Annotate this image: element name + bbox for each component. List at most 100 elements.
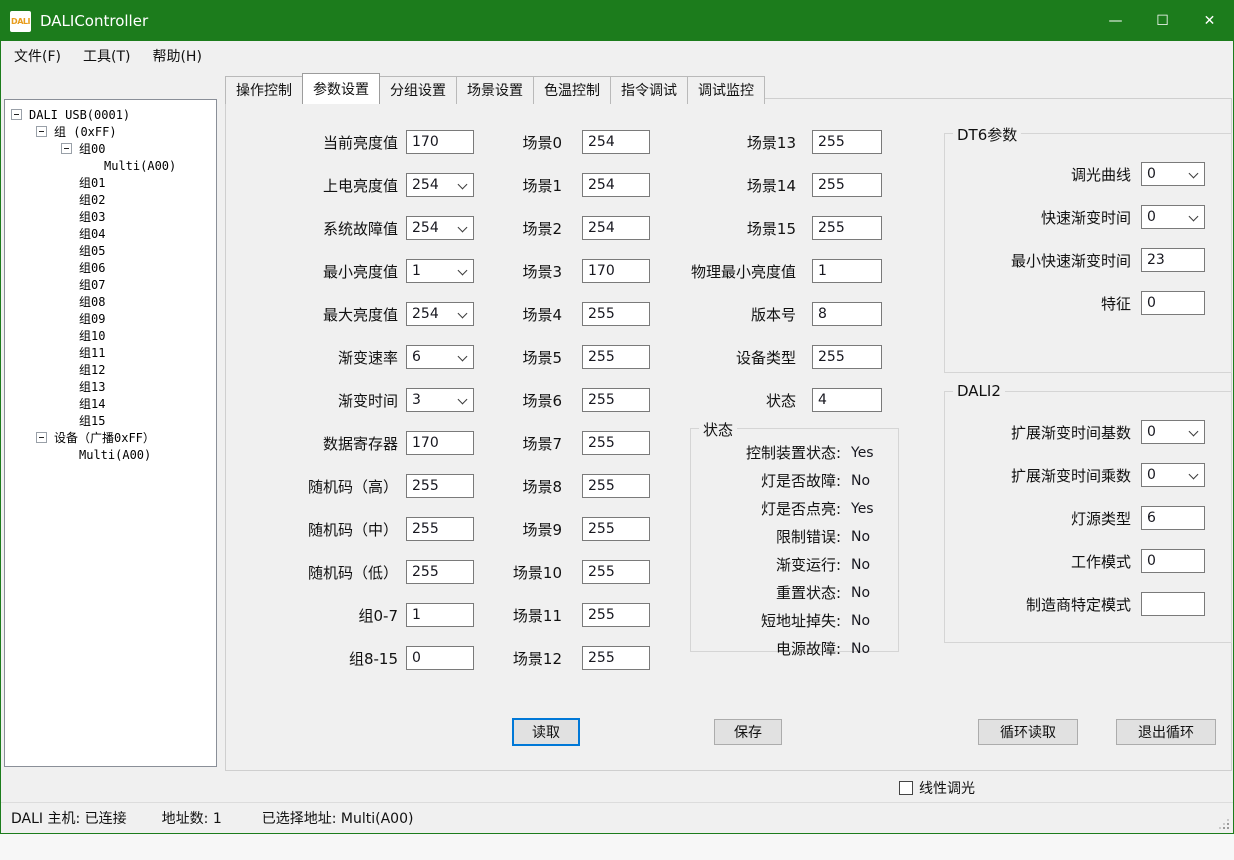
dali2-groupbox: DALI2 扩展渐变时间基数 0 扩展渐变时间乘数 0 灯源类型 xyxy=(944,391,1232,643)
tree-item[interactable]: 组12 xyxy=(5,361,216,378)
param-input[interactable]: 6 xyxy=(406,345,474,369)
scene-input[interactable]: 255 xyxy=(582,388,650,412)
scene-input[interactable]: 170 xyxy=(582,259,650,283)
param-input[interactable]: 255 xyxy=(812,173,882,197)
param-input[interactable]: 255 xyxy=(406,517,474,541)
exit-loop-button[interactable]: 退出循环 xyxy=(1116,719,1216,745)
tree-item[interactable]: DALI USB(0001) xyxy=(5,106,216,123)
tree-item[interactable]: 设备（广播0xFF） xyxy=(5,429,216,446)
tree-collapse-icon[interactable] xyxy=(36,126,47,137)
tree-item[interactable]: 组02 xyxy=(5,191,216,208)
scene-row: 场景0 254 xyxy=(496,130,650,154)
param-input[interactable]: 170 xyxy=(406,130,474,154)
window-controls: — ☐ ✕ xyxy=(1092,1,1233,41)
param-input[interactable]: 0 xyxy=(1141,291,1205,315)
param-input[interactable]: 8 xyxy=(812,302,882,326)
read-button[interactable]: 读取 xyxy=(512,718,580,746)
param-input[interactable]: 255 xyxy=(406,474,474,498)
linear-dimming-checkbox[interactable]: 线性调光 xyxy=(899,778,975,798)
tree-item-label: 组08 xyxy=(79,293,105,310)
status-row: 渐变运行: No xyxy=(691,554,898,575)
tree-item[interactable]: Multi(A00) xyxy=(5,446,216,463)
scene-input[interactable]: 255 xyxy=(582,646,650,670)
param-row: 工作模式 0 xyxy=(945,549,1231,573)
scene-input[interactable]: 255 xyxy=(582,474,650,498)
tab[interactable]: 色温控制 xyxy=(533,76,611,104)
tab[interactable]: 调试监控 xyxy=(687,76,765,104)
param-input[interactable]: 254 xyxy=(406,173,474,197)
param-input[interactable]: 0 xyxy=(1141,463,1205,487)
tree-item[interactable]: 组08 xyxy=(5,293,216,310)
tree-collapse-icon[interactable] xyxy=(61,143,72,154)
save-button[interactable]: 保存 xyxy=(714,719,782,745)
tree-item[interactable]: 组10 xyxy=(5,327,216,344)
close-icon[interactable]: ✕ xyxy=(1186,1,1233,41)
tree-item[interactable]: 组01 xyxy=(5,174,216,191)
param-label: 系统故障值 xyxy=(230,218,406,239)
param-input[interactable] xyxy=(1141,592,1205,616)
param-input[interactable]: 0 xyxy=(1141,162,1205,186)
param-input[interactable]: 255 xyxy=(812,216,882,240)
param-input[interactable]: 1 xyxy=(812,259,882,283)
tree-item[interactable]: 组07 xyxy=(5,276,216,293)
tree-item[interactable]: 组09 xyxy=(5,310,216,327)
scene-input[interactable]: 255 xyxy=(582,431,650,455)
tree-item[interactable]: 组03 xyxy=(5,208,216,225)
param-row: 随机码（高） 255 xyxy=(230,474,474,498)
param-input[interactable]: 255 xyxy=(812,345,882,369)
param-input[interactable]: 0 xyxy=(406,646,474,670)
resize-grip[interactable] xyxy=(1217,817,1229,829)
tree-item[interactable]: 组00 xyxy=(5,140,216,157)
param-input[interactable]: 254 xyxy=(406,302,474,326)
param-row: 状态 4 xyxy=(672,388,882,412)
maximize-icon[interactable]: ☐ xyxy=(1139,1,1186,41)
tree-item[interactable]: 组14 xyxy=(5,395,216,412)
tree-item[interactable]: 组13 xyxy=(5,378,216,395)
tab[interactable]: 分组设置 xyxy=(379,76,457,104)
menu-item[interactable]: 帮助(H) xyxy=(141,41,212,71)
param-input[interactable]: 255 xyxy=(406,560,474,584)
tree-item[interactable]: 组04 xyxy=(5,225,216,242)
scene-input[interactable]: 255 xyxy=(582,345,650,369)
menu-item[interactable]: 工具(T) xyxy=(72,41,141,71)
tree-item[interactable]: 组05 xyxy=(5,242,216,259)
status-value: No xyxy=(851,613,870,629)
tab[interactable]: 指令调试 xyxy=(610,76,688,104)
loop-read-button[interactable]: 循环读取 xyxy=(978,719,1078,745)
param-input[interactable]: 254 xyxy=(406,216,474,240)
tab[interactable]: 场景设置 xyxy=(456,76,534,104)
tree-item[interactable]: 组15 xyxy=(5,412,216,429)
tree-item[interactable]: 组 (0xFF) xyxy=(5,123,216,140)
scene-input[interactable]: 255 xyxy=(582,517,650,541)
menu-item[interactable]: 文件(F) xyxy=(3,41,72,71)
scene-input[interactable]: 255 xyxy=(582,603,650,627)
tree-item[interactable]: Multi(A00) xyxy=(5,157,216,174)
param-input[interactable]: 6 xyxy=(1141,506,1205,530)
scene-input[interactable]: 254 xyxy=(582,173,650,197)
scene-input[interactable]: 255 xyxy=(582,302,650,326)
param-input[interactable]: 23 xyxy=(1141,248,1205,272)
tree-item[interactable]: 组11 xyxy=(5,344,216,361)
tree-collapse-icon[interactable] xyxy=(36,432,47,443)
scene-input[interactable]: 254 xyxy=(582,130,650,154)
tree-collapse-icon[interactable] xyxy=(11,109,22,120)
scene-input[interactable]: 254 xyxy=(582,216,650,240)
param-label: 调光曲线 xyxy=(945,164,1141,185)
tab[interactable]: 参数设置 xyxy=(302,73,380,104)
minimize-icon[interactable]: — xyxy=(1092,1,1139,41)
param-input[interactable]: 3 xyxy=(406,388,474,412)
status-row: 短地址掉失: No xyxy=(691,610,898,631)
scene-input[interactable]: 255 xyxy=(582,560,650,584)
param-input[interactable]: 1 xyxy=(406,603,474,627)
param-input[interactable]: 255 xyxy=(812,130,882,154)
param-input[interactable]: 0 xyxy=(1141,420,1205,444)
param-input[interactable]: 1 xyxy=(406,259,474,283)
param-input[interactable]: 4 xyxy=(812,388,882,412)
tree-item-label: 组12 xyxy=(79,361,105,378)
param-input[interactable]: 170 xyxy=(406,431,474,455)
param-input[interactable]: 0 xyxy=(1141,205,1205,229)
tab[interactable]: 操作控制 xyxy=(225,76,303,104)
checkbox-icon[interactable] xyxy=(899,781,913,795)
tree-item[interactable]: 组06 xyxy=(5,259,216,276)
param-input[interactable]: 0 xyxy=(1141,549,1205,573)
